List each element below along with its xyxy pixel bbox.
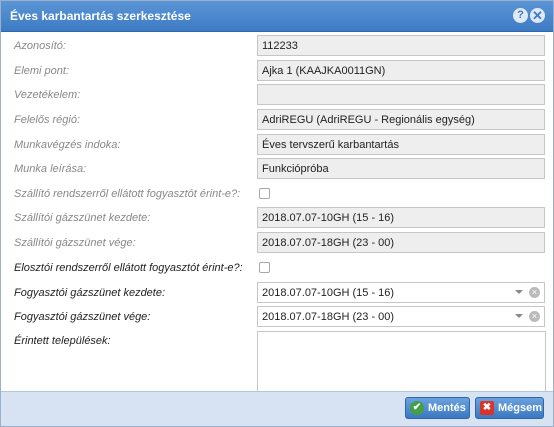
row-szallito-erint: Szállító rendszerről ellátott fogyasztót… (1, 183, 553, 207)
erintett-telepulesek-label: Érintett települések: (14, 335, 111, 347)
row-azonosito: Azonosító: 112233 (1, 35, 553, 59)
azonosito-field: 112233 (257, 35, 545, 56)
munkavegzes-indoka-label: Munkavégzés indoka: (14, 139, 121, 151)
felelos-regio-label: Felelős régió: (14, 114, 81, 126)
clear-icon[interactable]: × (529, 287, 540, 298)
check-icon: ✔ (410, 401, 424, 415)
fogyasztoi-kezdete-select[interactable]: 2018.07.07-10GH (15 - 16) × (257, 282, 545, 303)
eloszto-erint-label: Elosztói rendszerről ellátott fogyasztót… (14, 262, 243, 274)
fogyasztoi-kezdete-label: Fogyasztói gázszünet kezdete: (14, 287, 166, 299)
elemi-pont-label: Elemi pont: (14, 65, 70, 77)
row-fogyasztoi-vege: Fogyasztói gázszünet vége: 2018.07.07-18… (1, 306, 553, 330)
szallitoi-kezdete-label: Szállítói gázszünet kezdete: (14, 212, 151, 224)
erintett-telepulesek-textarea[interactable] (257, 331, 546, 391)
szallito-erint-label: Szállító rendszerről ellátott fogyasztót… (14, 188, 241, 200)
row-vezetekelem: Vezetékelem: (1, 84, 553, 108)
chevron-down-icon[interactable] (515, 290, 523, 294)
row-fogyasztoi-kezdete: Fogyasztói gázszünet kezdete: 2018.07.07… (1, 282, 553, 306)
dialog-footer: ✔ Mentés ✖ Mégsem (1, 391, 553, 426)
munkavegzes-indoka-field: Éves tervszerű karbantartás (257, 134, 545, 155)
szallitoi-vege-field: 2018.07.07-18GH (23 - 00) (257, 232, 545, 253)
munka-leirasa-label: Munka leírása: (14, 163, 87, 175)
row-munkavegzes-indoka: Munkavégzés indoka: Éves tervszerű karba… (1, 134, 553, 158)
row-szallitoi-vege: Szállítói gázszünet vége: 2018.07.07-18G… (1, 232, 553, 256)
dialog-titlebar[interactable]: Éves karbantartás szerkesztése ? ✕ (1, 1, 553, 32)
szallitoi-vege-label: Szállítói gázszünet vége: (14, 237, 136, 249)
save-button-label: Mentés (428, 402, 466, 414)
fogyasztoi-vege-value: 2018.07.07-18GH (23 - 00) (262, 311, 395, 323)
row-felelos-regio: Felelős régió: AdriREGU (AdriREGU - Regi… (1, 109, 553, 133)
row-szallitoi-kezdete: Szállítói gázszünet kezdete: 2018.07.07-… (1, 207, 553, 231)
eloszto-erint-checkbox[interactable] (259, 262, 270, 273)
row-eloszto-erint: Elosztói rendszerről ellátott fogyasztót… (1, 257, 553, 281)
vezetekelem-field (257, 84, 545, 105)
dialog-title: Éves karbantartás szerkesztése (10, 9, 191, 23)
x-icon: ✖ (480, 401, 494, 415)
felelos-regio-field: AdriREGU (AdriREGU - Regionális egység) (257, 109, 545, 130)
row-elemi-pont: Elemi pont: Ajka 1 (KAAJKA0011GN) (1, 60, 553, 84)
cancel-button-label: Mégsem (498, 402, 543, 414)
elemi-pont-field: Ajka 1 (KAAJKA0011GN) (257, 60, 545, 81)
fogyasztoi-vege-label: Fogyasztói gázszünet vége: (14, 311, 151, 323)
munka-leirasa-field: Funkciópróba (257, 158, 545, 179)
szallito-erint-checkbox[interactable] (259, 188, 270, 199)
help-icon[interactable]: ? (513, 8, 528, 23)
vezetekelem-label: Vezetékelem: (14, 89, 81, 101)
row-munka-leirasa: Munka leírása: Funkciópróba (1, 158, 553, 182)
chevron-down-icon[interactable] (515, 314, 523, 318)
edit-maintenance-dialog: Éves karbantartás szerkesztése ? ✕ Azono… (0, 0, 554, 427)
szallitoi-kezdete-field: 2018.07.07-10GH (15 - 16) (257, 207, 545, 228)
close-icon[interactable]: ✕ (530, 8, 545, 23)
save-button[interactable]: ✔ Mentés (405, 397, 470, 419)
clear-icon[interactable]: × (529, 311, 540, 322)
azonosito-label: Azonosító: (14, 40, 66, 52)
fogyasztoi-vege-select[interactable]: 2018.07.07-18GH (23 - 00) × (257, 306, 545, 327)
cancel-button[interactable]: ✖ Mégsem (475, 397, 544, 419)
fogyasztoi-kezdete-value: 2018.07.07-10GH (15 - 16) (262, 287, 395, 299)
